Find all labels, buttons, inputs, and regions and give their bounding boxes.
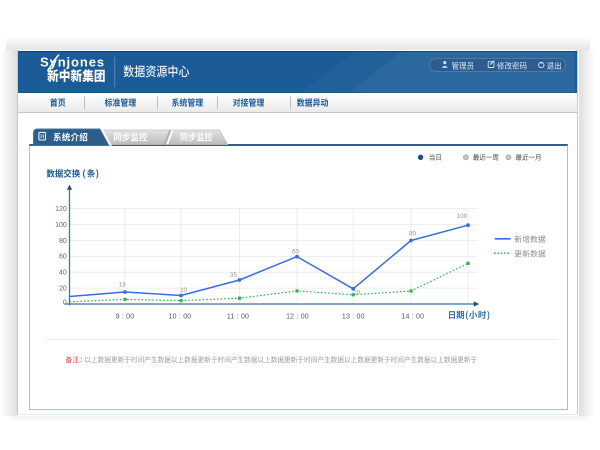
svg-text:10: 10	[353, 290, 361, 297]
svg-text:120: 120	[55, 206, 67, 213]
svg-text:10 : 00: 10 : 00	[169, 314, 192, 321]
svg-text:9 : 00: 9 : 00	[116, 314, 135, 321]
svg-text:20: 20	[59, 286, 67, 293]
svg-text:10: 10	[180, 287, 188, 294]
svg-text:18: 18	[119, 282, 127, 289]
svg-text:60: 60	[292, 249, 300, 256]
svg-text:100: 100	[457, 213, 468, 220]
svg-text:12 : 00: 12 : 00	[286, 314, 309, 321]
svg-text:60: 60	[59, 254, 67, 261]
svg-text:80: 80	[409, 230, 417, 237]
svg-text:80: 80	[59, 238, 67, 245]
svg-text:13 : 00: 13 : 00	[342, 314, 365, 321]
svg-text:40: 40	[59, 270, 67, 277]
svg-text:14 : 00: 14 : 00	[401, 314, 424, 321]
svg-text:0: 0	[63, 299, 67, 306]
svg-text:11 : 00: 11 : 00	[227, 314, 249, 321]
svg-text:100: 100	[55, 222, 67, 229]
svg-text:35: 35	[230, 272, 238, 279]
